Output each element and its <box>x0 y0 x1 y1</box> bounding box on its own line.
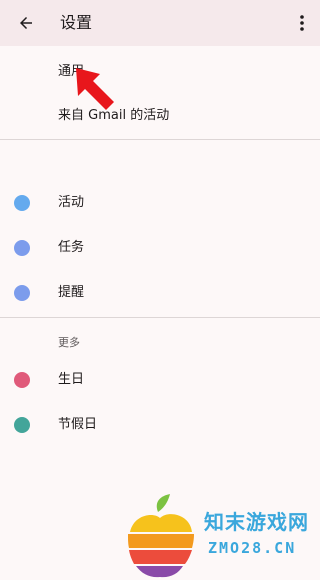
calendar-item-reminders[interactable]: 提醒 <box>0 273 320 313</box>
calendar-item-label: 提醒 <box>58 285 85 300</box>
color-dot <box>14 195 30 211</box>
settings-item-gmail-events[interactable]: 来自 Gmail 的活动 <box>0 96 320 136</box>
color-dot <box>14 372 30 388</box>
calendar-item-label: 活动 <box>58 195 85 210</box>
calendar-item-holidays[interactable]: 节假日 <box>0 405 320 445</box>
more-vert-icon <box>300 15 304 31</box>
calendar-item-tasks[interactable]: 任务 <box>0 228 320 268</box>
divider <box>0 317 320 318</box>
watermark-text-en: ZMO28.CN <box>208 539 297 557</box>
more-options-button[interactable] <box>294 11 310 35</box>
divider <box>0 139 320 140</box>
calendar-item-label: 生日 <box>58 372 85 387</box>
top-app-bar: 设置 <box>0 0 320 46</box>
watermark: 知末游戏网 ZMO28.CN <box>120 492 320 580</box>
calendar-item-label: 节假日 <box>58 417 98 432</box>
calendar-item-label: 任务 <box>58 240 85 255</box>
watermark-text-cn: 知末游戏网 <box>204 510 309 534</box>
color-dot <box>14 417 30 433</box>
page-title: 设置 <box>60 13 93 32</box>
arrow-left-icon <box>20 17 32 29</box>
calendar-item-events[interactable]: 活动 <box>0 183 320 223</box>
back-button[interactable] <box>14 11 38 35</box>
settings-item-general[interactable]: 通用 <box>0 52 320 92</box>
calendar-item-birthdays[interactable]: 生日 <box>0 360 320 400</box>
annotation-arrow-icon <box>76 68 114 110</box>
section-header-more: 更多 <box>58 336 80 349</box>
color-dot <box>14 240 30 256</box>
watermark-logo-icon <box>128 494 194 578</box>
color-dot <box>14 285 30 301</box>
